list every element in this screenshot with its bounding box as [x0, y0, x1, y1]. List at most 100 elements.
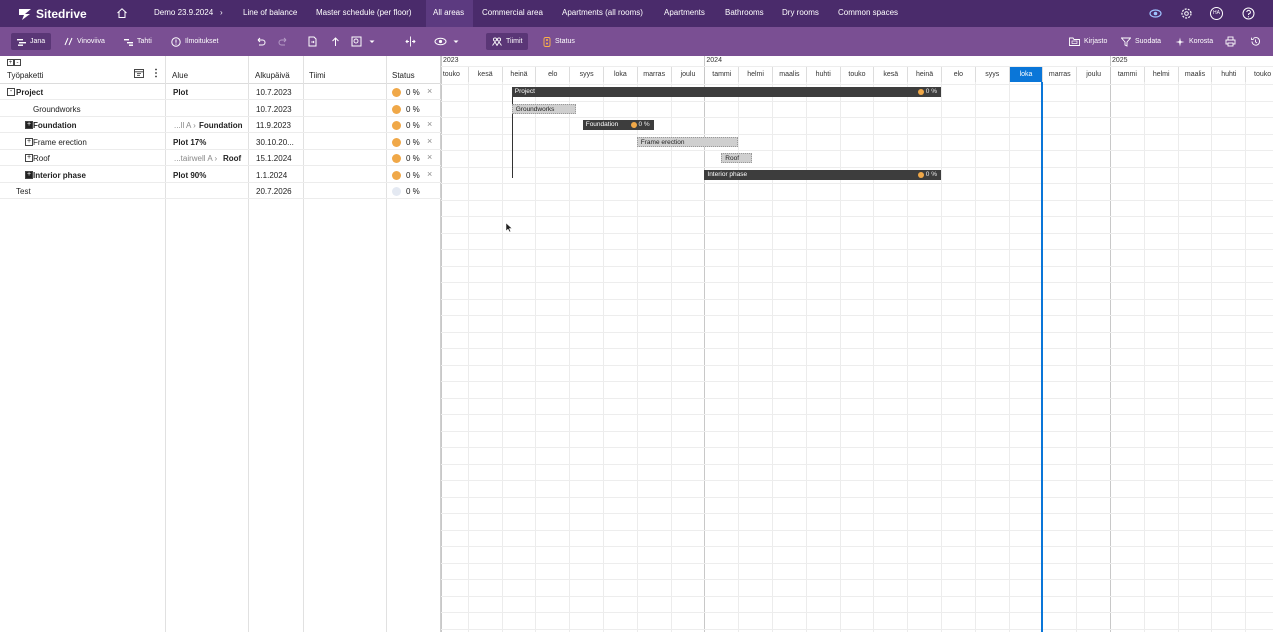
- kirjasto-button[interactable]: Kirjasto: [1063, 33, 1113, 50]
- gear-icon[interactable]: [1180, 7, 1193, 20]
- tahti-view-button[interactable]: Tahti: [118, 33, 158, 50]
- suodata-button[interactable]: Suodata: [1115, 33, 1167, 50]
- row-gridline: [441, 480, 1273, 481]
- status-dot[interactable]: [392, 88, 401, 97]
- table-row[interactable]: - Project Plot 10.7.2023 0 % ×: [0, 84, 441, 100]
- status-dot[interactable]: [392, 187, 401, 196]
- expand-all-icon[interactable]: +: [7, 59, 14, 66]
- row-name[interactable]: Project: [16, 88, 43, 97]
- export-file-icon[interactable]: [307, 36, 318, 47]
- nav-apartments[interactable]: Apartments: [664, 8, 705, 17]
- chevron-down-icon[interactable]: [452, 36, 460, 47]
- close-icon[interactable]: ×: [427, 169, 432, 179]
- row-start-date[interactable]: 10.7.2023: [256, 88, 292, 97]
- nav-line-of-balance[interactable]: Line of balance: [243, 8, 297, 17]
- gantt-bar[interactable]: Interior phase 0 %: [704, 169, 941, 180]
- month-header: elo: [535, 67, 569, 82]
- table-row[interactable]: + Frame erection Plot 17% 30.10.20... 0 % ×: [0, 134, 441, 150]
- row-name[interactable]: Groundworks: [33, 105, 81, 114]
- header-workpackage[interactable]: Työpaketti: [7, 71, 43, 80]
- close-icon[interactable]: ×: [427, 136, 432, 146]
- gantt-bars-icon: [17, 38, 26, 46]
- collapse-all-icon[interactable]: -: [14, 59, 21, 66]
- row-start-date[interactable]: 30.10.20...: [256, 138, 294, 147]
- vinoviiva-view-button[interactable]: Vinoviiva: [58, 33, 111, 50]
- status-button[interactable]: Status: [537, 33, 581, 50]
- row-start-date[interactable]: 11.9.2023: [256, 121, 291, 130]
- expand-icon[interactable]: +: [25, 170, 33, 179]
- redo-icon[interactable]: [278, 36, 289, 47]
- collapse-icon[interactable]: -: [7, 88, 15, 96]
- undo-icon[interactable]: [255, 36, 266, 47]
- row-name[interactable]: Frame erection: [33, 138, 87, 147]
- close-icon[interactable]: ×: [427, 86, 432, 96]
- close-icon[interactable]: ×: [427, 152, 432, 162]
- row-name[interactable]: Test: [16, 187, 31, 196]
- expand-icon[interactable]: +: [25, 121, 33, 129]
- ilmoitukset-button[interactable]: Ilmoitukset: [165, 33, 224, 50]
- row-start-date[interactable]: 15.1.2024: [256, 154, 292, 163]
- header-area[interactable]: Alue: [172, 71, 188, 80]
- gantt-chart[interactable]: touko kesä heinä elo syys loka marras joulu tamm…: [441, 56, 1273, 632]
- chevron-down-icon[interactable]: [368, 36, 376, 47]
- home-icon[interactable]: [116, 7, 128, 19]
- table-row[interactable]: Groundworks 10.7.2023 0 %: [0, 101, 441, 117]
- tiimit-button[interactable]: Tiimit: [486, 33, 529, 50]
- row-start-date[interactable]: 10.7.2023: [256, 105, 292, 114]
- eye-sync-icon[interactable]: [1149, 7, 1162, 20]
- row-area[interactable]: Roof: [223, 154, 241, 163]
- month-gridline: [467, 82, 469, 632]
- table-row[interactable]: + Roof ...tairwell A › Roof 15.1.2024 0 % ×: [0, 150, 441, 166]
- status-dot[interactable]: [392, 104, 401, 114]
- header-team[interactable]: Tiimi: [309, 71, 326, 80]
- gantt-bar[interactable]: Roof: [721, 153, 752, 163]
- nav-all-areas[interactable]: All areas: [433, 8, 464, 17]
- row-area[interactable]: Foundation: [199, 121, 243, 130]
- row-area[interactable]: Plot 17%: [173, 138, 206, 147]
- row-start-date[interactable]: 20.7.2026: [256, 187, 292, 196]
- header-start-date[interactable]: Alkupäivä: [255, 71, 290, 80]
- row-gridline: [441, 546, 1273, 547]
- calendar-settings-icon[interactable]: [134, 68, 144, 78]
- close-icon[interactable]: ×: [427, 119, 432, 129]
- expand-icon[interactable]: +: [25, 137, 33, 146]
- expand-icon[interactable]: +: [25, 154, 33, 162]
- nav-apartments-all-rooms[interactable]: Apartments (all rooms): [562, 8, 643, 17]
- more-vertical-icon[interactable]: [153, 68, 159, 78]
- row-name[interactable]: Foundation: [33, 121, 77, 130]
- korosta-button[interactable]: Korosta: [1169, 33, 1219, 50]
- header-status[interactable]: Status: [392, 71, 415, 80]
- gantt-bar[interactable]: Groundworks: [511, 103, 576, 114]
- eye-icon[interactable]: [434, 36, 447, 47]
- nav-master-schedule[interactable]: Master schedule (per floor): [316, 8, 412, 17]
- status-dot[interactable]: [392, 170, 401, 180]
- nav-common-spaces[interactable]: Common spaces: [838, 8, 898, 17]
- row-area[interactable]: Plot: [173, 88, 188, 97]
- status-dot[interactable]: [392, 154, 401, 163]
- app-logo[interactable]: Sitedrive: [18, 6, 87, 22]
- nav-bathrooms[interactable]: Bathrooms: [725, 8, 764, 17]
- gantt-bar[interactable]: Project 0 %: [511, 87, 941, 97]
- user-avatar[interactable]: HA: [1210, 7, 1223, 20]
- history-clock-icon[interactable]: [1250, 36, 1261, 47]
- row-name[interactable]: Interior phase: [33, 171, 86, 180]
- status-dot[interactable]: [392, 137, 401, 147]
- nav-project[interactable]: Demo 23.9.2024: [154, 8, 213, 17]
- row-area[interactable]: Plot 90%: [173, 171, 206, 180]
- row-start-date[interactable]: 1.1.2024: [256, 171, 287, 180]
- row-name[interactable]: Roof: [33, 154, 50, 163]
- table-row[interactable]: + Interior phase Plot 90% 1.1.2024 0 % ×: [0, 167, 441, 183]
- gantt-bar[interactable]: Foundation 0 %: [582, 120, 654, 130]
- jana-view-button[interactable]: Jana: [11, 33, 52, 50]
- status-dot[interactable]: [392, 121, 401, 130]
- gantt-bar[interactable]: Frame erection: [636, 136, 739, 147]
- print-icon[interactable]: [1225, 36, 1236, 47]
- zoom-fit-icon[interactable]: [351, 36, 362, 47]
- split-columns-icon[interactable]: [405, 36, 416, 47]
- arrow-up-icon[interactable]: [330, 36, 341, 47]
- help-icon[interactable]: [1242, 7, 1255, 20]
- table-row[interactable]: Test 20.7.2026 0 %: [0, 183, 441, 199]
- nav-dry-rooms[interactable]: Dry rooms: [782, 8, 819, 17]
- nav-commercial-area[interactable]: Commercial area: [482, 8, 543, 17]
- table-row[interactable]: + Foundation ...ll A › Foundation 11.9.2023 0…: [0, 117, 441, 133]
